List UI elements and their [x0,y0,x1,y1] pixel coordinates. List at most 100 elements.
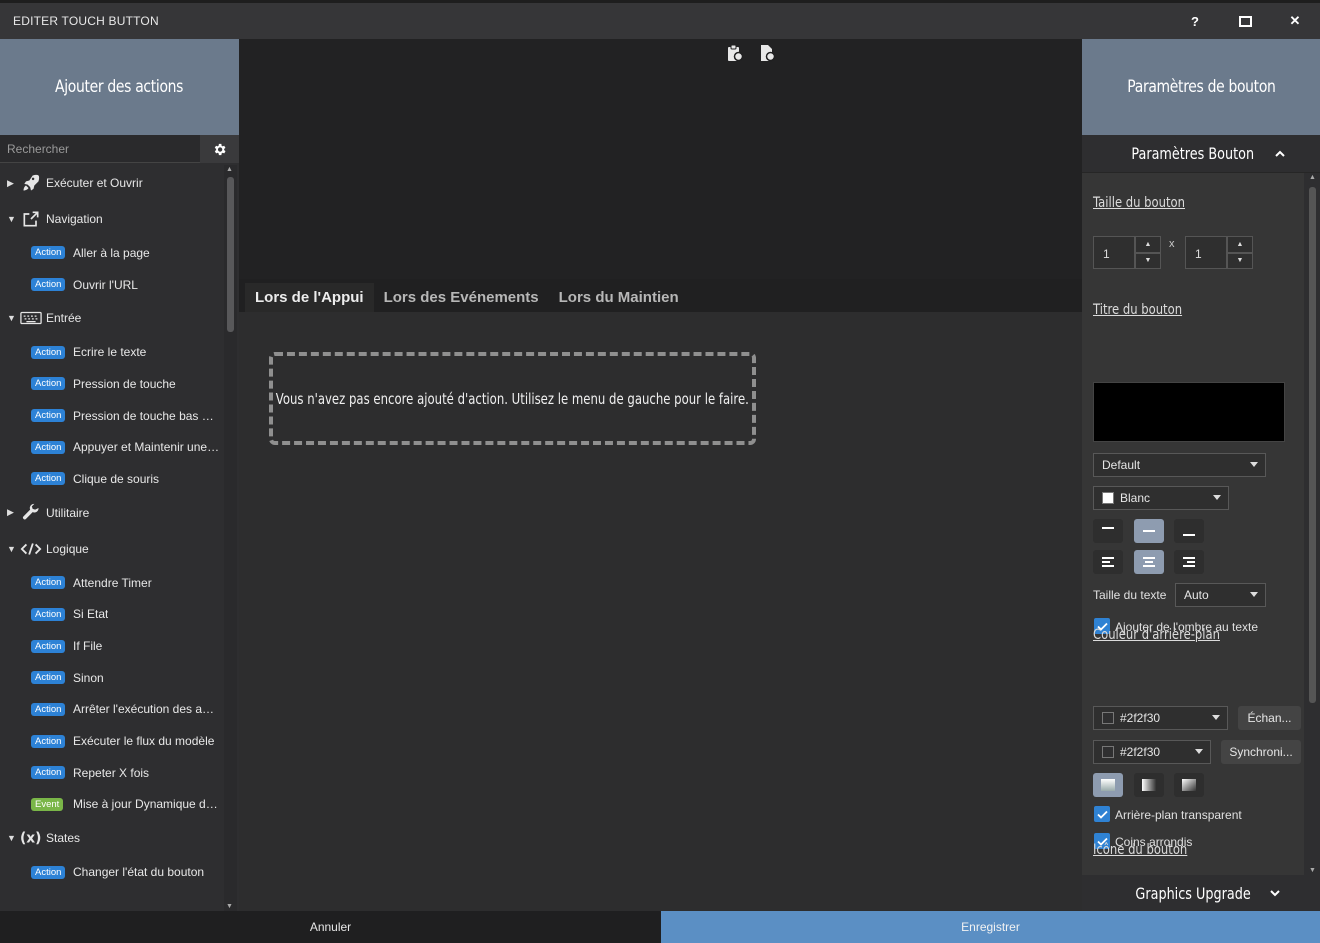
tree-group-label: Navigation [46,212,103,226]
caret-right-icon[interactable]: ▶ [7,178,14,189]
help-button[interactable]: ? [1170,3,1220,39]
tree-action-label: Changer l'état du bouton [73,865,205,880]
tree-action-label: Repeter X fois [73,765,150,780]
text-size-label: Taille du texte [1093,588,1167,602]
height-input[interactable]: 1 [1185,236,1227,269]
align-center-button[interactable] [1134,550,1164,574]
tree-action-item[interactable]: Action Pression de touche bas niv... [0,400,222,432]
tree-action-item[interactable]: Action Appuyer et Maintenir une t... [0,431,222,463]
align-right-button[interactable] [1174,550,1204,574]
text-color-select[interactable]: Blanc [1093,486,1229,510]
bg-color1-select[interactable]: #2f2f30 [1093,706,1228,730]
sync-colors-button[interactable]: Synchroni... [1221,740,1301,764]
wrench-icon [20,502,42,524]
title-bar: EDITER TOUCH BUTTON ? ✕ [0,0,1320,39]
valign-top-button[interactable] [1093,519,1123,543]
scroll-up-icon[interactable]: ▲ [226,166,233,173]
cancel-button[interactable]: Annuler [0,911,661,943]
align-top-icon [1102,527,1114,529]
gradient-diagonal-button[interactable] [1174,773,1204,797]
tree-group-0[interactable]: ▶ Exécuter et Ouvrir [0,165,222,201]
tree-group-3[interactable]: ▶ Utilitaire [0,495,222,531]
tree-action-item[interactable]: Action Changer l'état du bouton [0,856,222,888]
caret-right-icon[interactable]: ▶ [7,507,14,518]
button-title-input[interactable] [1093,382,1285,442]
align-bottom-icon [1183,534,1195,536]
tree-action-item[interactable]: Action Repeter X fois [0,757,222,789]
tree-action-item[interactable]: Action Sinon [0,662,222,694]
gradient-diagonal-icon [1182,779,1196,791]
action-badge: Action [31,409,66,423]
height-down-icon[interactable]: ▼ [1227,252,1253,269]
tree-group-1[interactable]: ▼ Navigation [0,201,222,237]
bg-color2-select[interactable]: #2f2f30 [1093,740,1211,764]
tree-action-item[interactable]: Action Clique de souris [0,463,222,495]
align-middle-icon [1143,530,1155,532]
caret-down-icon[interactable]: ▼ [7,214,16,224]
tree-action-item[interactable]: Action Arrêter l'exécution des acti... [0,694,222,726]
align-left-button[interactable] [1093,550,1123,574]
rocket-icon [20,172,42,194]
tree-action-item[interactable]: Action Pression de touche [0,368,222,400]
tree-group-4[interactable]: ▼ Logique [0,531,222,567]
help-icon: ? [1191,13,1199,29]
gradient-solid-button[interactable] [1093,773,1123,797]
action-badge: Action [31,865,66,879]
width-up-icon[interactable]: ▲ [1135,236,1161,253]
tree-group-label: Entrée [46,311,82,326]
tab-1[interactable]: Lors des Evénements [374,283,549,312]
tree-group-label: Utilitaire [46,505,90,520]
tree-action-item[interactable]: Action Attendre Timer [0,567,222,599]
font-select[interactable]: Default [1093,453,1266,477]
maximize-button[interactable] [1220,3,1270,39]
button-preview [239,39,1082,279]
valign-bottom-button[interactable] [1174,519,1204,543]
tab-content: Vous n'avez pas encore ajouté d'action. … [239,312,1082,911]
tree-group-2[interactable]: ▼ Entrée [0,300,222,336]
scroll-thumb[interactable] [227,177,234,332]
settings-scrollbar[interactable]: ▲ ▼ [1305,173,1320,875]
tree-action-item[interactable]: Action Ouvrir l'URL [0,269,222,301]
close-button[interactable]: ✕ [1270,3,1320,39]
height-stepper[interactable]: ▲ ▼ [1227,236,1253,269]
tree-action-item[interactable]: Action If File [0,630,222,662]
scroll-up-icon[interactable]: ▲ [1309,174,1316,181]
width-input[interactable]: 1 [1093,236,1135,269]
save-button[interactable]: Enregistrer [661,911,1320,943]
tree-action-item[interactable]: Action Si Etat [0,599,222,631]
scroll-thumb[interactable] [1309,187,1316,703]
transparent-checkbox[interactable] [1094,806,1110,822]
section-button-params[interactable]: Paramètres Bouton [1082,135,1320,173]
caret-down-icon[interactable]: ▼ [7,833,16,843]
caret-down-icon[interactable]: ▼ [7,313,16,323]
action-badge: Action [31,377,66,391]
settings-button[interactable] [200,135,239,163]
tree-action-item[interactable]: Event Mise à jour Dynamique du ... [0,789,222,821]
scroll-down-icon[interactable]: ▼ [226,903,233,910]
tree-action-item[interactable]: Action Exécuter le flux du modèle [0,725,222,757]
tab-2[interactable]: Lors du Maintien [549,283,689,312]
tree-group-5[interactable]: ▼ (x) States [0,820,222,856]
action-badge: Action [31,576,66,590]
search-input[interactable] [0,135,200,163]
section-graphics-upgrade[interactable]: Graphics Upgrade [1082,875,1320,911]
gradient-horizontal-button[interactable] [1134,773,1164,797]
text-size-select[interactable]: Auto [1175,583,1266,607]
chevron-up-icon [1274,150,1285,157]
tree-action-label: Pression de touche [73,376,176,391]
actions-scrollbar[interactable]: ▲ ▼ [224,165,237,911]
caret-down-icon[interactable]: ▼ [7,544,16,554]
width-stepper[interactable]: ▲ ▼ [1135,236,1161,269]
height-up-icon[interactable]: ▲ [1227,236,1253,253]
tab-0[interactable]: Lors de l'Appui [245,283,374,312]
file-copy-icon[interactable] [758,44,776,62]
event-tabs: Lors de l'Appui Lors des Evénements Lors d… [245,283,689,312]
tree-action-item[interactable]: Action Aller à la page [0,237,222,269]
valign-middle-button[interactable] [1134,519,1164,543]
paste-icon[interactable] [726,44,744,62]
swap-colors-button[interactable]: Échan... [1238,706,1301,730]
width-down-icon[interactable]: ▼ [1135,252,1161,269]
tree-action-item[interactable]: Action Ecrire le texte [0,336,222,368]
tree-action-label: Sinon [73,670,104,685]
scroll-down-icon[interactable]: ▼ [1309,867,1316,874]
